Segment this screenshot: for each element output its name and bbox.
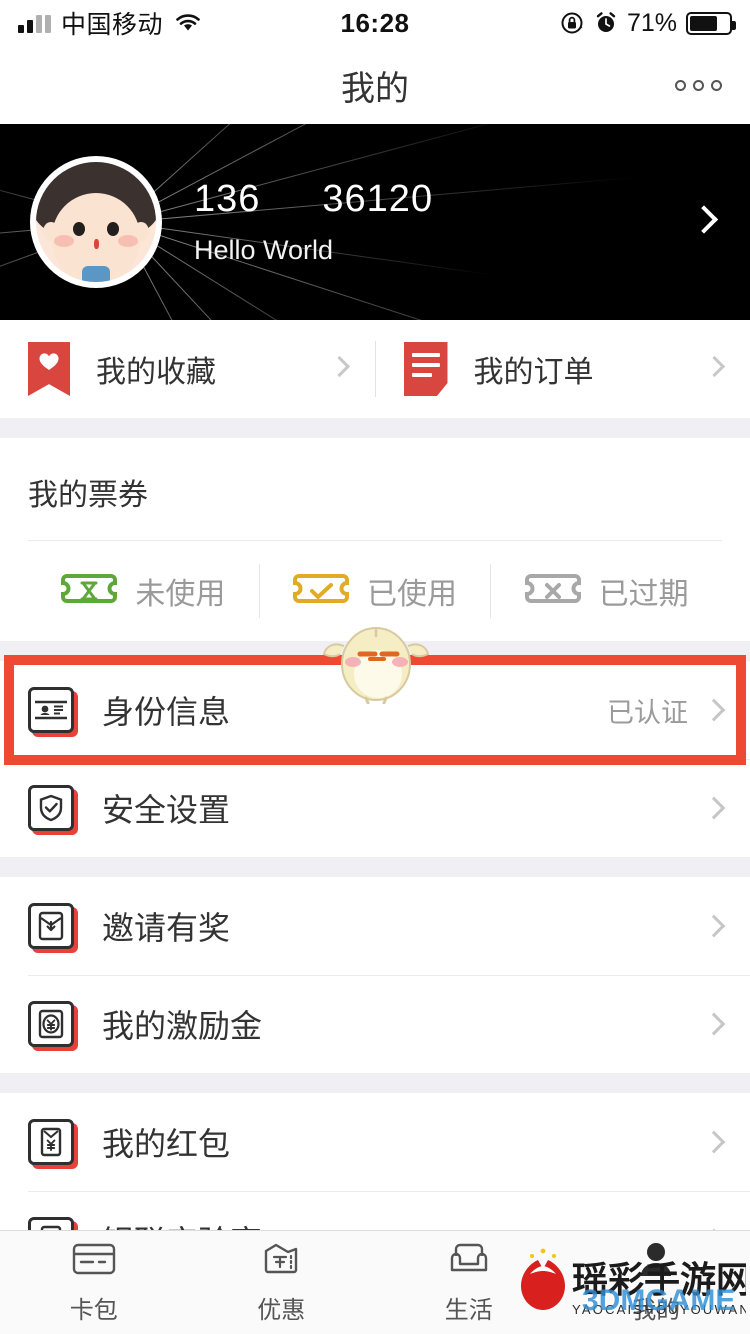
profile-text: 136 36120 Hello World xyxy=(194,178,433,266)
section-gap xyxy=(0,1073,750,1093)
quick-orders[interactable]: 我的订单 xyxy=(376,320,750,418)
menu-row-redpacket[interactable]: 我的红包 xyxy=(0,1093,750,1191)
page-title: 我的 xyxy=(341,69,409,108)
menu-row-redpacket-label: 我的红包 xyxy=(102,1126,231,1162)
tab-life-label: 生活 xyxy=(444,1297,493,1324)
chevron-right-icon[interactable] xyxy=(689,205,719,235)
tickets-section: 我的票券 未使用 已使用 已过期 xyxy=(0,438,750,641)
chevron-right-icon xyxy=(328,355,350,379)
quick-favorites[interactable]: 我的收藏 xyxy=(0,320,375,418)
more-dots-icon[interactable] xyxy=(675,79,722,91)
ticket-used-label: 已使用 xyxy=(367,578,457,611)
phone-prefix: 136 xyxy=(194,178,261,220)
invite-reward-icon xyxy=(28,903,78,953)
shield-check-icon xyxy=(28,785,78,835)
red-packet-icon xyxy=(28,1119,78,1169)
rotation-lock-icon xyxy=(561,12,583,34)
ticket-unused[interactable]: 未使用 xyxy=(28,541,259,641)
avatar[interactable] xyxy=(30,156,162,288)
ticket-expired-label: 已过期 xyxy=(598,578,689,611)
chevron-right-icon xyxy=(703,355,726,379)
avatar-boy-icon xyxy=(36,162,156,282)
menu-row-security-label: 安全设置 xyxy=(102,792,231,828)
chick-mascot-icon xyxy=(320,612,432,705)
chevron-right-icon xyxy=(702,1012,726,1036)
menu-row-security[interactable]: 安全设置 xyxy=(0,759,750,857)
bookmark-heart-icon xyxy=(28,342,70,396)
ticket-unused-label: 未使用 xyxy=(135,578,226,611)
profile-header[interactable]: 136 36120 Hello World xyxy=(0,124,750,320)
menu-row-invite-label: 邀请有奖 xyxy=(102,910,231,946)
phone-suffix: 36120 xyxy=(322,178,434,220)
nickname-label: Hello World xyxy=(194,235,334,265)
ticket-cross-icon xyxy=(524,572,581,610)
status-bar: 中国移动 16:28 71% xyxy=(0,0,750,46)
quick-favorites-label: 我的收藏 xyxy=(96,356,216,389)
chevron-right-icon xyxy=(702,796,726,820)
tab-deals-label: 优惠 xyxy=(257,1297,306,1324)
chevron-right-icon xyxy=(702,1130,726,1154)
battery-percent-label: 71% xyxy=(626,8,677,37)
id-card-icon xyxy=(28,687,78,737)
tickets-title: 我的票券 xyxy=(28,479,148,512)
app-screen: 中国移动 16:28 71% 我的 136 36120 Hello World … xyxy=(0,0,750,1334)
site-watermark: 瑶彩手游网 YAOCAISHOUYOUWANG 3DMGAME xyxy=(510,1236,750,1332)
watermark-sub-text: 3DMGAME xyxy=(582,1284,735,1317)
ticket-expired[interactable]: 已过期 xyxy=(491,541,722,641)
tab-cards-label: 卡包 xyxy=(69,1297,118,1324)
menu-row-invite[interactable]: 邀请有奖 xyxy=(0,877,750,975)
phoenix-logo-icon xyxy=(521,1248,565,1310)
chevron-right-icon xyxy=(702,914,726,938)
tab-cards[interactable]: 卡包 xyxy=(0,1240,188,1325)
nav-bar: 我的 xyxy=(0,46,750,124)
incentive-coin-icon xyxy=(28,1001,78,1051)
chevron-right-icon xyxy=(702,698,726,722)
menu-row-incentive[interactable]: 我的激励金 xyxy=(0,975,750,1073)
phone-number: 136 36120 xyxy=(194,178,433,221)
ticket-hourglass-icon xyxy=(61,572,118,610)
sofa-life-icon xyxy=(446,1240,492,1280)
tab-deals[interactable]: 优惠 xyxy=(188,1240,376,1325)
ticket-check-icon xyxy=(293,572,349,610)
status-right: 71% xyxy=(559,8,736,38)
quick-orders-label: 我的订单 xyxy=(473,356,594,389)
menu-group-rewards: 邀请有奖 我的激励金 xyxy=(0,877,750,1073)
card-package-icon xyxy=(71,1240,117,1280)
order-document-icon xyxy=(403,342,448,396)
quick-actions-row: 我的收藏 我的订单 xyxy=(0,320,750,418)
menu-row-identity-label: 身份信息 xyxy=(102,694,231,730)
menu-row-incentive-label: 我的激励金 xyxy=(102,1008,263,1044)
battery-icon xyxy=(686,11,736,35)
section-gap xyxy=(0,857,750,877)
identity-status-badge: 已认证 xyxy=(607,697,688,728)
coupon-icon xyxy=(258,1240,304,1280)
alarm-icon xyxy=(596,12,616,32)
section-gap xyxy=(0,418,750,438)
